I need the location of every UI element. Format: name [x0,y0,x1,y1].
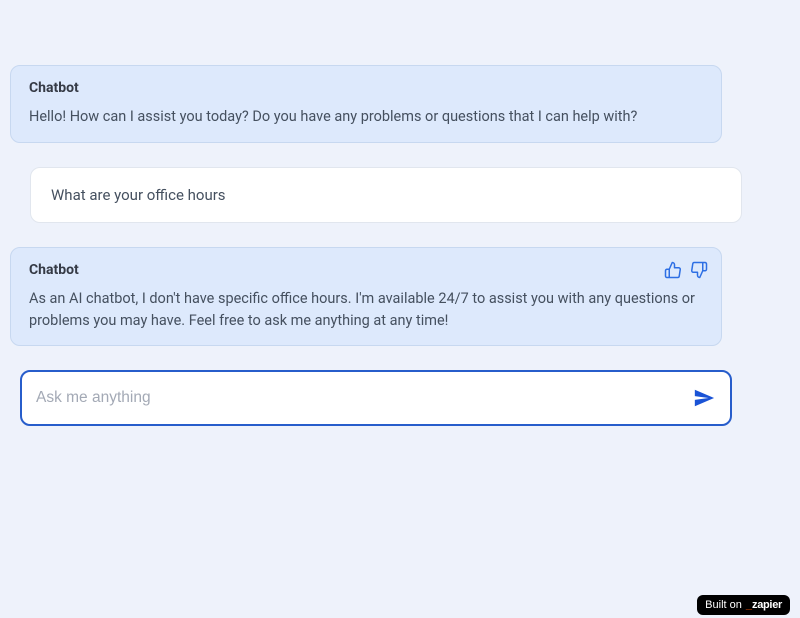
chat-input-row [20,370,732,426]
bot-name-label: Chatbot [29,80,703,96]
bot-message-text: As an AI chatbot, I don't have specific … [29,288,703,332]
thumbs-down-icon[interactable] [689,260,709,280]
built-on-label: Built on [705,599,742,611]
built-on-badge[interactable]: Built on _zapier [697,595,790,615]
send-icon[interactable] [692,386,716,410]
thumbs-up-icon[interactable] [663,260,683,280]
chat-input[interactable] [36,389,682,407]
bot-message: Chatbot Hello! How can I assist you toda… [10,65,722,143]
user-message: What are your office hours [30,167,742,223]
bot-message: Chatbot As an AI chatbot, I don't have s… [10,247,722,347]
feedback-row [663,260,709,280]
chat-container: Chatbot Hello! How can I assist you toda… [0,0,800,436]
bot-message-text: Hello! How can I assist you today? Do yo… [29,106,703,128]
user-message-text: What are your office hours [51,186,226,204]
bot-name-label: Chatbot [29,262,703,278]
brand-name: zapier [752,599,782,611]
